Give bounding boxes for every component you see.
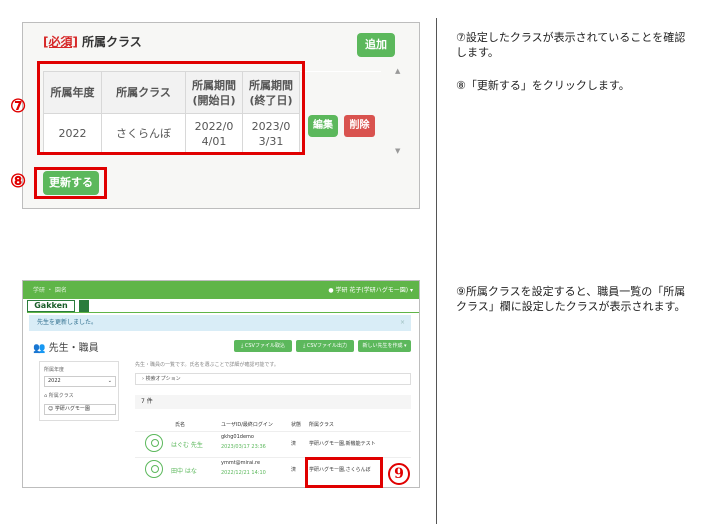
marker-9: 9: [388, 462, 410, 485]
avatar: [145, 434, 163, 452]
list-description: 先生・職員の一覧です。氏名を選ぶことで詳細が確認可能です。: [135, 362, 279, 368]
login-id: gkhg01demo: [221, 434, 254, 440]
status: 済: [291, 441, 297, 447]
close-icon[interactable]: ×: [400, 315, 405, 331]
section-title: [必須] 所属クラス: [43, 35, 142, 49]
brand-bar: Gakken: [27, 300, 419, 313]
create-teacher-button[interactable]: 新しい先生を作成 ▾: [358, 340, 411, 352]
highlight-class-cell: [305, 457, 383, 488]
user-menu[interactable]: ● 学研 花子(学研ハグモー園) ▾: [328, 285, 413, 294]
note-step-7: ⑦設定したクラスが表示されていることを確認します。: [456, 31, 686, 59]
csv-export-button[interactable]: ⤓ CSVファイル出力: [296, 340, 354, 352]
highlight-class-table: [37, 61, 305, 155]
marker-7: ⑦: [10, 96, 27, 117]
class-filter-label: ⌂ 所属クラス: [44, 393, 74, 399]
last-login: 2022/12/21 14:10: [221, 470, 266, 476]
required-badge: [必須]: [43, 35, 78, 49]
column-divider: [436, 18, 437, 524]
scroll-down-icon[interactable]: ▼: [395, 147, 400, 155]
highlight-update-button: [34, 167, 107, 199]
success-alert: 先生を更新しました。 ×: [29, 315, 411, 331]
col-status: 状態: [291, 422, 302, 428]
scrollbar[interactable]: ▲ ▼: [393, 67, 405, 159]
people-icon: 👥: [33, 343, 49, 354]
login-id: ymmt@mirai.re: [221, 460, 261, 466]
table-row[interactable]: はぐむ 先生 gkhg01demo 2023/03/17 23:36 済 学研ハ…: [135, 431, 411, 453]
assigned-classes: 学研ハグモー園,新機能テスト: [309, 441, 376, 447]
col-class: 所属クラス: [309, 422, 334, 428]
search-options-toggle[interactable]: › 検索オプション: [135, 373, 411, 385]
avatar: [145, 460, 163, 478]
csv-import-button[interactable]: ⤓ CSVファイル取込: [234, 340, 292, 352]
staff-name[interactable]: 田中 はな: [171, 466, 197, 475]
last-login: 2023/03/17 23:36: [221, 444, 266, 450]
status: 済: [291, 467, 297, 473]
class-filter-chip[interactable]: ☺ 学研ハグモー園: [44, 404, 116, 415]
add-button[interactable]: 追加: [357, 33, 395, 57]
year-select[interactable]: 2022 ⌄: [44, 376, 116, 387]
col-login: ユーザID/最終ログイン: [221, 422, 273, 428]
top-bar: 学研 ・ 園名 ● 学研 花子(学研ハグモー園) ▾: [23, 281, 419, 299]
edit-button[interactable]: 編集: [308, 115, 338, 137]
filter-sidebar: 所属年度 2022 ⌄ ⌂ 所属クラス ☺ 学研ハグモー園: [39, 361, 119, 421]
year-label: 所属年度: [44, 367, 65, 373]
delete-button[interactable]: 削除: [344, 115, 375, 137]
note-step-8: ⑧「更新する」をクリックします。: [456, 79, 630, 92]
note-step-9: ⑨所属クラスを設定すると、職員一覧の「所属クラス」欄に設定したクラスが表示されま…: [456, 285, 686, 313]
staff-name[interactable]: はぐむ 先生: [171, 440, 203, 449]
flag-icon: [79, 300, 89, 312]
chevron-down-icon: ⌄: [107, 378, 112, 384]
result-count: 7 件: [135, 395, 411, 409]
scroll-up-icon[interactable]: ▲: [395, 67, 400, 75]
breadcrumb[interactable]: 学研 ・ 園名: [33, 285, 67, 294]
page-title: 👥 先生・職員: [33, 343, 99, 354]
col-name: 氏名: [175, 422, 186, 428]
gakken-logo: Gakken: [27, 300, 75, 312]
marker-8: ⑧: [10, 171, 27, 192]
